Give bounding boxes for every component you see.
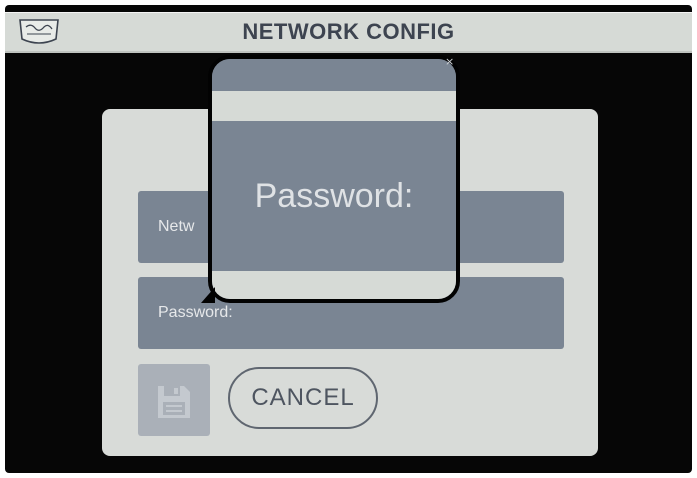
magnifier-label: Password:: [254, 177, 414, 215]
page-title: NETWORK CONFIG: [242, 19, 455, 44]
touch-screen: NETWORK CONFIG Netw Password: CANCEL Pas…: [5, 5, 692, 473]
magnifier-field: Password:: [212, 121, 456, 271]
magnifier-light-band: [212, 91, 456, 121]
cancel-button[interactable]: CANCEL: [228, 367, 378, 429]
magnifier-top-strip: [212, 59, 456, 91]
network-field-label: Netw: [158, 218, 195, 235]
device-frame: NETWORK CONFIG Netw Password: CANCEL Pas…: [0, 0, 697, 478]
save-button[interactable]: [138, 364, 210, 436]
key-magnifier-popup: Password:: [208, 55, 460, 303]
title-bar: NETWORK CONFIG: [5, 12, 692, 53]
close-icon[interactable]: ×: [445, 56, 455, 67]
floppy-disk-icon: [158, 386, 190, 418]
magnifier-bottom-band: [212, 271, 456, 299]
